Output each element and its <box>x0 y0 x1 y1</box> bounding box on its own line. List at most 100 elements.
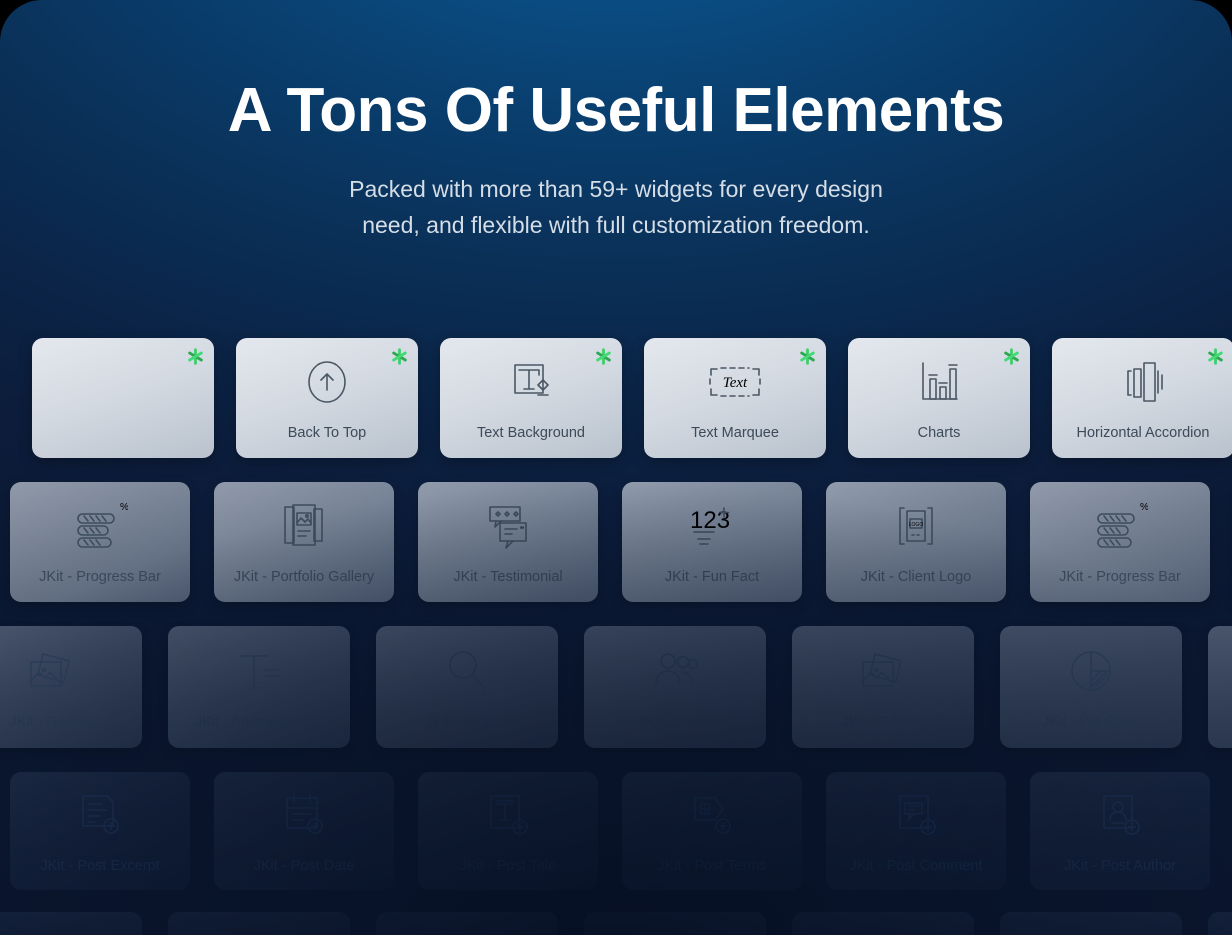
page-title: A Tons Of Useful Elements <box>227 76 1005 145</box>
asterisk-badge-icon <box>186 347 205 366</box>
testimonial-icon: ” <box>482 499 534 553</box>
widget-card[interactable]: ” JKit - Testimonial <box>418 482 598 602</box>
widget-card-label: JKit - Animated Text <box>195 713 323 730</box>
widget-card-label: Charts <box>917 424 961 441</box>
client-logo-icon: LOGO <box>890 499 942 553</box>
widget-card[interactable]: JKit - Gallery <box>0 626 142 748</box>
widget-card[interactable]: JKit - Portfolio Gallery <box>214 482 394 602</box>
widget-row-4: JKit - Post Excerpt JKit - Post Date JKit … <box>10 772 1210 890</box>
widget-card-label: JKit - Portfolio Gallery <box>233 568 375 585</box>
team-icon <box>648 644 702 698</box>
hero-section: A Tons Of Useful Elements Packed with mo… <box>0 0 1232 244</box>
hero-subtitle-line-2: need, and flexible with full customizati… <box>362 212 870 239</box>
asterisk-badge-icon <box>390 347 409 366</box>
widget-card-label: JKit - Progress Bar <box>39 568 161 585</box>
asterisk-badge-icon <box>594 347 613 366</box>
widget-card-clipped[interactable] <box>32 338 214 458</box>
asterisk-badge-icon <box>798 347 817 366</box>
widget-card-label: Text Marquee <box>691 424 779 441</box>
widget-card-clipped[interactable] <box>0 912 142 935</box>
hero-subtitle: Packed with more than 59+ widgets for ev… <box>0 171 1232 244</box>
widget-card[interactable]: Charts <box>848 338 1030 458</box>
post-comment-icon <box>891 788 941 842</box>
bar-chart-icon <box>915 355 963 409</box>
widget-card-label: JKit - Team <box>638 713 712 730</box>
widget-card[interactable]: JKit - Post Title <box>418 772 598 890</box>
pie-chart-icon <box>1066 644 1116 698</box>
svg-text:%: % <box>1140 502 1148 513</box>
svg-text:”: ” <box>520 524 524 538</box>
widget-card-label: JKit - Post Terms <box>657 857 767 874</box>
widget-card[interactable]: Horizontal Accordion <box>1052 338 1232 458</box>
post-title-icon <box>483 788 533 842</box>
animated-text-icon <box>233 644 285 698</box>
widget-card-label: JKit - Progress Bar <box>1059 568 1181 585</box>
widget-card[interactable]: LOGO JKit - Client Logo <box>826 482 1006 602</box>
post-author-icon <box>1095 788 1145 842</box>
widget-card[interactable]: JKit - Post Comment <box>826 772 1006 890</box>
widget-card[interactable]: JKit - Animated Text <box>168 626 350 748</box>
widget-card-label: JKit - Post Comment <box>849 857 983 874</box>
hero-subtitle-line-1: Packed with more than 59+ widgets for ev… <box>349 175 883 202</box>
widget-card[interactable]: JKit - Post Excerpt <box>10 772 190 890</box>
widget-row-5 <box>0 912 1232 935</box>
svg-text:Text: Text <box>723 375 748 391</box>
widget-card[interactable]: % JKit - Progress Bar <box>1030 482 1210 602</box>
text-background-icon <box>507 355 555 409</box>
portfolio-gallery-icon <box>281 499 327 553</box>
widget-card[interactable]: JKit - Post Terms <box>622 772 802 890</box>
widget-card-clipped[interactable] <box>1000 912 1182 935</box>
svg-text:LOGO: LOGO <box>909 522 924 528</box>
widget-card-label: JKit - Post Excerpt <box>40 857 160 874</box>
widget-card[interactable]: % JKit - Progress Bar <box>10 482 190 602</box>
widget-card[interactable]: JKit - Portfolio <box>1208 626 1232 748</box>
widget-card-label: Horizontal Accordion <box>1076 424 1210 441</box>
widget-row-3: JKit - Gallery JKit - Animated Text JKit -… <box>0 626 1232 748</box>
widget-card-label: JKit - Pie Chart <box>1042 713 1140 730</box>
widget-card-clipped[interactable] <box>584 912 766 935</box>
gallery-icon <box>855 644 911 698</box>
asterisk-badge-icon <box>1002 347 1021 366</box>
progress-bar-icon: % <box>1092 499 1148 553</box>
widget-card[interactable]: 123 JKit - Fun Fact <box>622 482 802 602</box>
arrow-up-circle-icon <box>304 355 350 409</box>
widget-card-label: JKit - Post Author <box>1063 857 1177 874</box>
widget-card-label: JKit - Gallery <box>9 713 93 730</box>
widget-card[interactable]: JKit - Post Date <box>214 772 394 890</box>
post-terms-icon <box>687 788 737 842</box>
widget-card-clipped[interactable] <box>1208 912 1232 935</box>
widget-card-label: Text Background <box>476 424 585 441</box>
widget-card-label: JKit - Post Date <box>253 857 355 874</box>
progress-bar-icon: % <box>72 499 128 553</box>
post-excerpt-icon <box>75 788 125 842</box>
horizontal-accordion-icon <box>1119 355 1167 409</box>
widget-card[interactable]: JKit - Search <box>376 626 558 748</box>
svg-text:%: % <box>120 502 128 513</box>
widget-card[interactable]: JKit - Team <box>584 626 766 748</box>
widget-card[interactable]: JKit - Pie Chart <box>1000 626 1182 748</box>
asterisk-badge-icon <box>1206 347 1225 366</box>
widget-card-clipped[interactable] <box>792 912 974 935</box>
widget-card-label: JKit - Fun Fact <box>664 568 760 585</box>
widget-card-label: JKit - Post Title <box>459 857 557 874</box>
widget-card-label: JKit - Client Logo <box>860 568 972 585</box>
widget-card[interactable]: Text Background <box>440 338 622 458</box>
gallery-icon <box>23 644 79 698</box>
widget-card[interactable]: Back To Top <box>236 338 418 458</box>
text-marquee-icon: Text <box>707 355 763 409</box>
widget-card[interactable]: JKit - Gallery <box>792 626 974 748</box>
fun-fact-123-icon: 123 <box>684 499 740 553</box>
search-icon <box>443 644 491 698</box>
widgets-showcase-panel: A Tons Of Useful Elements Packed with mo… <box>0 0 1232 935</box>
widget-row-2: % JKit - Progress Bar JKit - Portfolio Gal… <box>10 482 1232 602</box>
widget-card-label: JKit - Gallery <box>841 713 925 730</box>
widget-card-label: Back To Top <box>287 424 367 441</box>
widget-row-1: Back To Top Text Background Text Text Mar… <box>32 338 1232 458</box>
widget-card[interactable]: Text Text Marquee <box>644 338 826 458</box>
widget-card-clipped[interactable] <box>168 912 350 935</box>
widget-card[interactable]: JKit - Post Author <box>1030 772 1210 890</box>
widget-card-label: JKit - Testimonial <box>453 568 563 585</box>
widget-card-label: JKit - Search <box>425 713 509 730</box>
post-date-icon <box>279 788 329 842</box>
widget-card-clipped[interactable] <box>376 912 558 935</box>
